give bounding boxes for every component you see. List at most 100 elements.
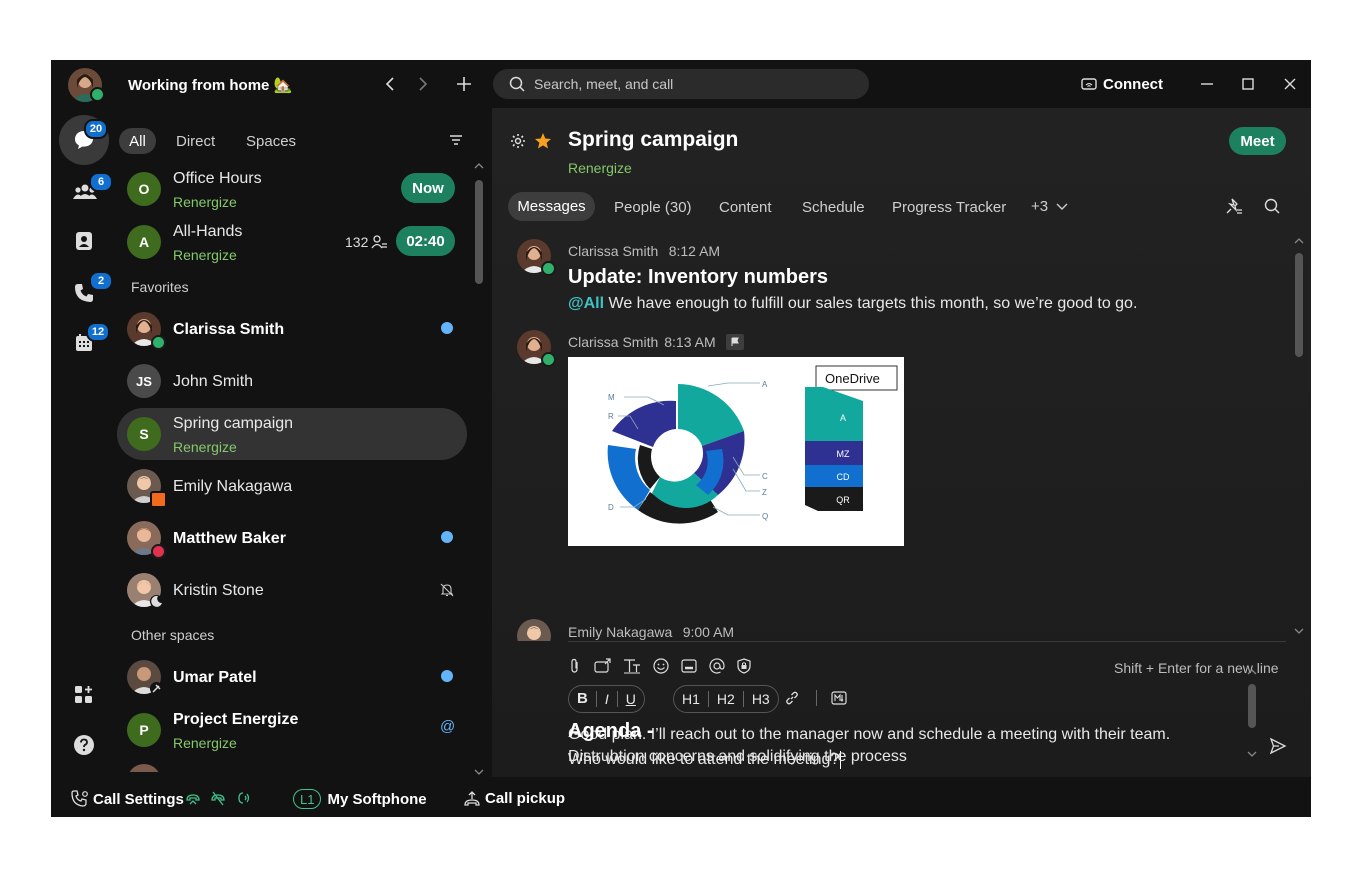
emily-presence-video [150, 491, 167, 508]
tab-people[interactable]: People (30) [614, 199, 692, 216]
call-audio-icon[interactable] [234, 789, 252, 807]
help-icon[interactable] [73, 734, 95, 756]
send-icon[interactable] [1267, 735, 1289, 757]
flag-icon[interactable] [725, 334, 744, 350]
filter-menu-icon[interactable] [448, 132, 464, 148]
search-space-icon[interactable] [1262, 196, 1282, 216]
bold-button[interactable]: B [569, 691, 597, 707]
connect-icon [1081, 77, 1097, 92]
attachment-image[interactable]: A M R C Z Q D OneDrive A MZ CD QR [568, 357, 904, 546]
rail-teams-button[interactable]: 6 [71, 172, 113, 205]
message-2-presence-active [541, 352, 556, 367]
tab-more[interactable]: +3 [1031, 198, 1068, 215]
tab-messages-label: Messages [517, 198, 586, 215]
favorite-star-icon[interactable] [533, 131, 553, 151]
pin-icon[interactable] [1224, 196, 1244, 216]
space-settings-icon[interactable] [509, 132, 527, 150]
share-screen-icon[interactable] [594, 658, 611, 674]
add-apps-icon[interactable] [73, 684, 95, 706]
ring-label-r: R [608, 412, 614, 421]
list-item-kristin-stone[interactable]: Kristin Stone [117, 565, 467, 615]
markdown-icon[interactable] [829, 688, 849, 708]
list-item-john-smith[interactable]: JS John Smith [117, 356, 467, 406]
list-item-project-energize[interactable]: P Project Energize Renergize @ [117, 704, 467, 754]
meet-button[interactable]: Meet [1229, 127, 1286, 155]
agenda-line: Distrubtion concerns and solidifying the… [568, 748, 907, 765]
underline-button[interactable]: U [618, 691, 644, 707]
emily-name: Emily Nakagawa [173, 478, 293, 495]
call-forward-icon[interactable] [184, 789, 202, 807]
attach-icon[interactable] [568, 658, 582, 674]
user-presence-active [90, 87, 105, 102]
mention-all[interactable]: @All [568, 295, 604, 312]
filter-spaces[interactable]: Spaces [246, 133, 296, 150]
message-2-meta: Clarissa Smith 8:13 AM [568, 334, 744, 350]
link-icon[interactable] [782, 688, 802, 708]
call-pickup-button[interactable]: Call pickup [464, 790, 565, 807]
list-item-spring-campaign[interactable]: S Spring campaign Renergize [117, 408, 467, 460]
message-scrollbar[interactable] [1292, 235, 1306, 639]
agenda-heading: Agenda - [568, 720, 654, 742]
gif-icon[interactable] [681, 658, 697, 674]
message-3-sender[interactable]: Emily Nakagawa [568, 624, 672, 640]
composer-toolbar [568, 658, 751, 674]
mention-icon[interactable] [709, 658, 725, 674]
text-format-icon[interactable] [623, 658, 641, 674]
plus-icon[interactable] [454, 74, 474, 94]
composer-divider [568, 641, 1286, 642]
list-item-all-hands[interactable]: A All-Hands Renergize 132 02:40 [117, 216, 467, 266]
h2-button[interactable]: H2 [709, 691, 744, 707]
minimize-icon[interactable] [1197, 74, 1217, 94]
rail-messages-button[interactable]: 20 [59, 115, 109, 165]
list-item-emily-nakagawa[interactable]: Emily Nakagawa [117, 461, 467, 511]
list-item-clarissa-smith[interactable]: Clarissa Smith [117, 304, 467, 354]
tab-messages[interactable]: Messages [508, 192, 595, 221]
search-bar[interactable]: Search, meet, and call [493, 69, 869, 99]
emoji-icon[interactable] [653, 658, 669, 674]
call-settings-button[interactable]: Call Settings [71, 790, 184, 808]
back-arrow-icon[interactable] [380, 74, 400, 94]
list-item-matthew-baker[interactable]: Matthew Baker [117, 513, 467, 563]
tab-content[interactable]: Content [719, 199, 772, 216]
connect-button[interactable]: Connect [1081, 76, 1163, 93]
softphone-button[interactable]: L1 My Softphone [293, 789, 427, 809]
h1-button[interactable]: H1 [674, 691, 709, 707]
tab-progress-tracker[interactable]: Progress Tracker [892, 199, 1006, 216]
office-hours-now-button[interactable]: Now [401, 173, 455, 203]
forward-arrow-icon[interactable] [413, 74, 433, 94]
filter-all[interactable]: All [119, 128, 156, 154]
teams-badge: 6 [89, 172, 113, 192]
message-3-avatar[interactable] [517, 619, 551, 641]
italic-button[interactable]: I [597, 691, 618, 707]
contacts-icon[interactable] [73, 230, 95, 252]
all-hands-join-timer[interactable]: 02:40 [396, 226, 455, 256]
rail-calls-button[interactable]: 2 [71, 271, 113, 307]
filter-direct[interactable]: Direct [176, 133, 215, 150]
composer-scrollbar[interactable] [1245, 666, 1259, 762]
list-scrollbar[interactable] [472, 160, 486, 780]
spring-team: Renergize [173, 439, 237, 455]
close-icon[interactable] [1280, 74, 1300, 94]
tab-schedule[interactable]: Schedule [802, 199, 865, 216]
private-message-icon[interactable] [737, 658, 751, 674]
umar-name: Umar Patel [173, 669, 257, 686]
message-2-sender[interactable]: Clarissa Smith [568, 334, 658, 350]
list-item-office-hours[interactable]: O Office Hours Renergize Now [117, 163, 467, 213]
status-text[interactable]: Working from home 🏡 [128, 76, 292, 94]
space-team[interactable]: Renergize [568, 160, 632, 176]
text-style-group: B I U [568, 685, 645, 713]
matthew-unread-indicator [441, 531, 453, 543]
all-hands-name: All-Hands [173, 223, 243, 240]
maximize-icon[interactable] [1238, 74, 1258, 94]
list-item-umar-patel[interactable]: Umar Patel [117, 652, 467, 702]
do-not-disturb-call-icon[interactable] [209, 789, 227, 807]
space-panel: Spring campaign Renergize Meet Messages … [492, 108, 1311, 777]
h3-button[interactable]: H3 [744, 691, 778, 707]
message-1-meta: Clarissa Smith 8:12 AM [568, 243, 720, 261]
favorites-header: Favorites [131, 279, 189, 295]
ring-label-q: Q [762, 512, 768, 521]
rail-calendar-button[interactable]: 12 [71, 322, 110, 358]
message-1-sender[interactable]: Clarissa Smith [568, 243, 658, 259]
call-pickup-icon [464, 790, 480, 807]
message-3-meta: Emily Nakagawa 9:00 AM [568, 624, 734, 641]
